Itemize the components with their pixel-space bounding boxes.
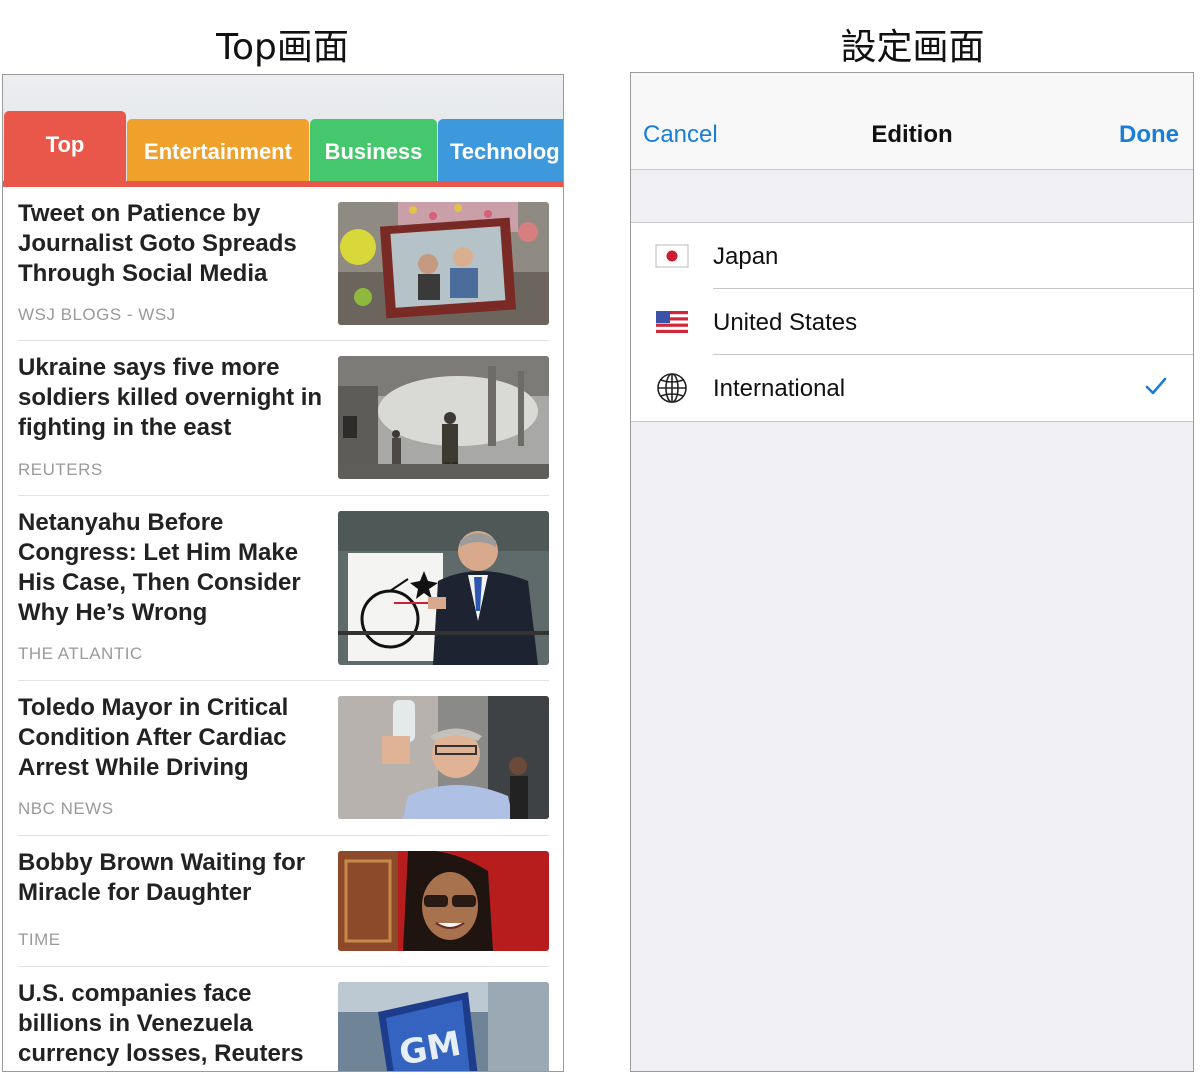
article-row[interactable]: Ukraine says five more soldiers killed o… [18, 341, 549, 496]
article-row[interactable]: U.S. companies face billions in Venezuel… [18, 967, 549, 1071]
tab-entertainment[interactable]: Entertainment [127, 119, 309, 185]
navigation-bar: Cancel Edition Done [631, 73, 1193, 170]
edition-option-united-states[interactable]: United States [631, 289, 1193, 355]
news-top-screen: Top Entertainment Business Technolog Twe… [2, 74, 564, 1072]
article-headline[interactable]: Bobby Brown Waiting for Miracle for Daug… [18, 848, 328, 908]
article-source: THE ATLANTIC [18, 644, 143, 663]
article-thumbnail-soldier[interactable] [338, 356, 549, 479]
checkmark-icon [1143, 373, 1169, 399]
article-headline[interactable]: Ukraine says five more soldiers killed o… [18, 353, 328, 443]
globe-icon [655, 371, 689, 405]
tab-top[interactable]: Top [4, 111, 126, 185]
article-row[interactable]: Bobby Brown Waiting for Miracle for Daug… [18, 836, 549, 967]
article-thumbnail-bobby-brown[interactable] [338, 851, 549, 951]
article-source: NBC NEWS [18, 799, 114, 818]
edition-label: Japan [713, 243, 779, 270]
edition-label: United States [713, 309, 858, 336]
done-button[interactable]: Done [1119, 121, 1179, 149]
article-row[interactable]: Toledo Mayor in Critical Condition After… [18, 681, 549, 836]
edition-label: International [713, 375, 846, 402]
article-thumbnail-toledo-mayor[interactable] [338, 696, 549, 819]
article-headline[interactable]: Tweet on Patience by Journalist Goto Spr… [18, 199, 328, 289]
japan-flag-icon [655, 239, 689, 273]
edition-list: Japan United States International [631, 222, 1193, 422]
article-headline[interactable]: U.S. companies face billions in Venezuel… [18, 979, 328, 1069]
tab-technology[interactable]: Technolog [438, 119, 563, 185]
edition-option-japan[interactable]: Japan [631, 223, 1193, 289]
category-tab-bar: Top Entertainment Business Technolog [3, 75, 563, 187]
article-headline[interactable]: Netanyahu Before Congress: Let Him Make … [18, 508, 328, 628]
article-source: REUTERS [18, 460, 103, 479]
cancel-button[interactable]: Cancel [643, 121, 718, 149]
article-thumbnail-photo-frame[interactable] [338, 202, 549, 325]
article-thumbnail-netanyahu[interactable] [338, 511, 549, 665]
article-thumbnail-gm-logo[interactable]: GM [338, 982, 549, 1071]
left-caption: Top画面 [216, 27, 349, 68]
article-source: TIME [18, 930, 61, 949]
us-flag-icon [655, 305, 689, 339]
article-row[interactable]: Netanyahu Before Congress: Let Him Make … [18, 496, 549, 681]
edition-option-international[interactable]: International [631, 355, 1193, 421]
edition-settings-screen: Cancel Edition Done Japan United States … [630, 72, 1194, 1072]
article-row[interactable]: Tweet on Patience by Journalist Goto Spr… [18, 187, 549, 341]
right-caption: 設定画面 [840, 27, 985, 68]
tab-business[interactable]: Business [310, 119, 437, 185]
article-source: WSJ BLOGS - WSJ [18, 305, 176, 324]
article-headline[interactable]: Toledo Mayor in Critical Condition After… [18, 693, 328, 783]
